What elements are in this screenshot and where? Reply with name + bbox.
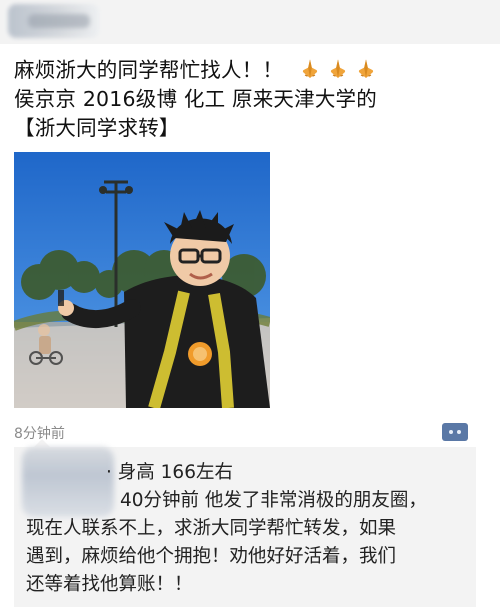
post-line-1-text: 麻烦浙大的同学帮忙找人！！ bbox=[14, 58, 284, 82]
post-line-1: 麻烦浙大的同学帮忙找人！！ bbox=[14, 56, 486, 85]
post-photo[interactable] bbox=[14, 152, 270, 408]
comment-line-1-text: 身高 166左右 bbox=[117, 462, 233, 483]
post-line-3: 【浙大同学求转】 bbox=[14, 116, 180, 140]
comment-line-5: 还等着找他算账！！ bbox=[26, 574, 193, 595]
comment-line-4: 遇到，麻烦给他个拥抱！劝他好好活着，我们 bbox=[26, 546, 397, 567]
comment-line-3: 现在人联系不上，求浙大同学帮忙转发，如果 bbox=[26, 518, 397, 539]
post-line-2: 侯京京 2016级博 化工 原来天津大学的 bbox=[14, 87, 377, 111]
top-bar bbox=[0, 0, 500, 44]
more-dot-icon bbox=[449, 430, 453, 434]
pray-icon bbox=[326, 56, 350, 80]
comment-box: · 身高 166左右 40分钟前 他发了非常消极的朋友圈， 现在人联系不上，求浙… bbox=[14, 439, 476, 607]
pray-emoji-group bbox=[298, 56, 378, 80]
comment-bullet: · bbox=[106, 462, 112, 483]
more-dot-icon bbox=[457, 430, 461, 434]
comment-line-1: · 身高 166左右 bbox=[106, 459, 480, 487]
blurred-username bbox=[8, 4, 100, 38]
pray-icon bbox=[298, 56, 322, 80]
comment-line-2: 40分钟前 他发了非常消极的朋友圈， bbox=[120, 490, 427, 511]
post-photo-illustration bbox=[14, 152, 270, 408]
pray-icon bbox=[354, 56, 378, 80]
comment-text: · 身高 166左右 40分钟前 他发了非常消极的朋友圈， 现在人联系不上，求浙… bbox=[26, 459, 480, 599]
post-text: 麻烦浙大的同学帮忙找人！！ 侯京京 2016级博 化工 原来天津大学的 【浙大同… bbox=[14, 56, 486, 143]
more-actions-button[interactable] bbox=[442, 423, 468, 441]
